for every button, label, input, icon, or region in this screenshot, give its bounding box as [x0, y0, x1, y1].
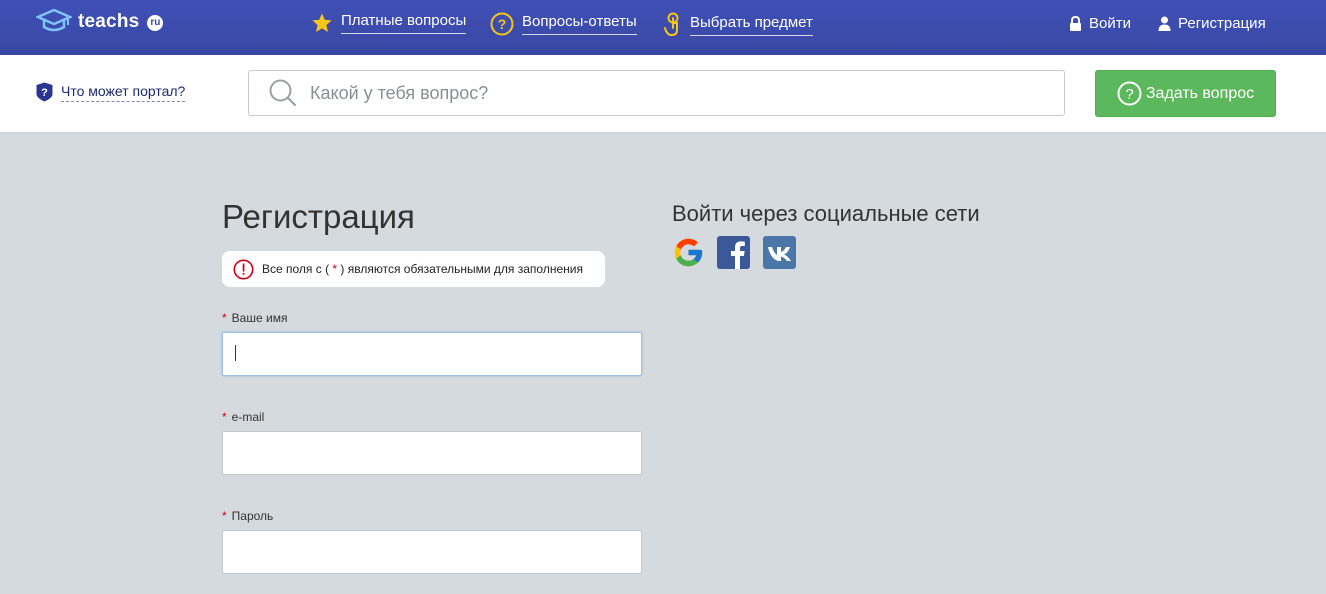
svg-text:?: ? [1125, 86, 1133, 103]
graduation-cap-icon [36, 8, 72, 32]
email-field-label: * e-mail [222, 410, 265, 424]
required-mark: * [222, 509, 227, 523]
portal-features-label: Что может портал? [61, 83, 186, 102]
vk-icon[interactable] [763, 236, 796, 269]
exclamation-circle-icon [233, 259, 254, 279]
ask-question-label: Задать вопрос [1145, 84, 1255, 102]
register-link[interactable]: Регистрация [1158, 15, 1266, 32]
google-icon[interactable] [672, 236, 705, 269]
ask-question-button[interactable]: ? Задать вопрос [1095, 70, 1276, 117]
portal-features-link[interactable]: ? Что может портал? [36, 82, 186, 102]
search-box [248, 70, 1065, 116]
logo-ru-badge: ru [147, 15, 164, 31]
shield-question-icon: ? [36, 82, 53, 102]
name-field[interactable] [222, 332, 642, 376]
required-mark: * [222, 410, 227, 424]
svg-text:?: ? [498, 16, 507, 32]
nav-choose-subject[interactable]: Выбрать предмет [662, 12, 813, 38]
logo-text: teachs [78, 11, 140, 32]
required-fields-notice: Все поля с ( * ) являются обязательными … [222, 251, 605, 287]
pointer-hand-icon [664, 12, 679, 36]
site-logo[interactable]: teachs ru [36, 8, 164, 36]
register-label: Регистрация [1178, 15, 1266, 32]
nav-questions-answers[interactable]: ? Вопросы-ответы [490, 12, 637, 36]
social-login-title: Войти через социальные сети [672, 201, 980, 226]
lock-icon [1070, 16, 1081, 31]
email-field[interactable] [222, 431, 642, 475]
star-icon [312, 13, 332, 32]
text-cursor [235, 345, 236, 361]
nav-questions-answers-label: Вопросы-ответы [522, 13, 637, 35]
nav-paid-questions-label: Платные вопросы [341, 12, 467, 34]
search-bar-section: ? Что может портал? ? Задать вопрос [0, 55, 1326, 132]
login-link[interactable]: Войти [1069, 15, 1131, 32]
login-label: Войти [1089, 15, 1131, 32]
required-mark: * [222, 311, 227, 325]
page-title: Регистрация [222, 198, 415, 235]
question-circle-icon: ? [1117, 81, 1142, 106]
nav-choose-subject-label: Выбрать предмет [690, 14, 813, 36]
top-navbar: teachs ru Платные вопросы ? Вопросы-отве… [0, 0, 1326, 55]
name-field-label: * Ваше имя [222, 311, 288, 325]
svg-text:?: ? [41, 87, 48, 99]
facebook-icon[interactable] [717, 236, 750, 269]
question-circle-icon: ? [490, 12, 514, 36]
user-icon [1158, 16, 1171, 31]
search-icon [269, 79, 297, 107]
password-field-label: * Пароль [222, 509, 274, 523]
password-field[interactable] [222, 530, 642, 574]
nav-paid-questions[interactable]: Платные вопросы [311, 12, 467, 34]
search-input[interactable] [310, 73, 1050, 113]
notice-text: Все поля с ( * ) являются обязательными … [262, 262, 583, 276]
